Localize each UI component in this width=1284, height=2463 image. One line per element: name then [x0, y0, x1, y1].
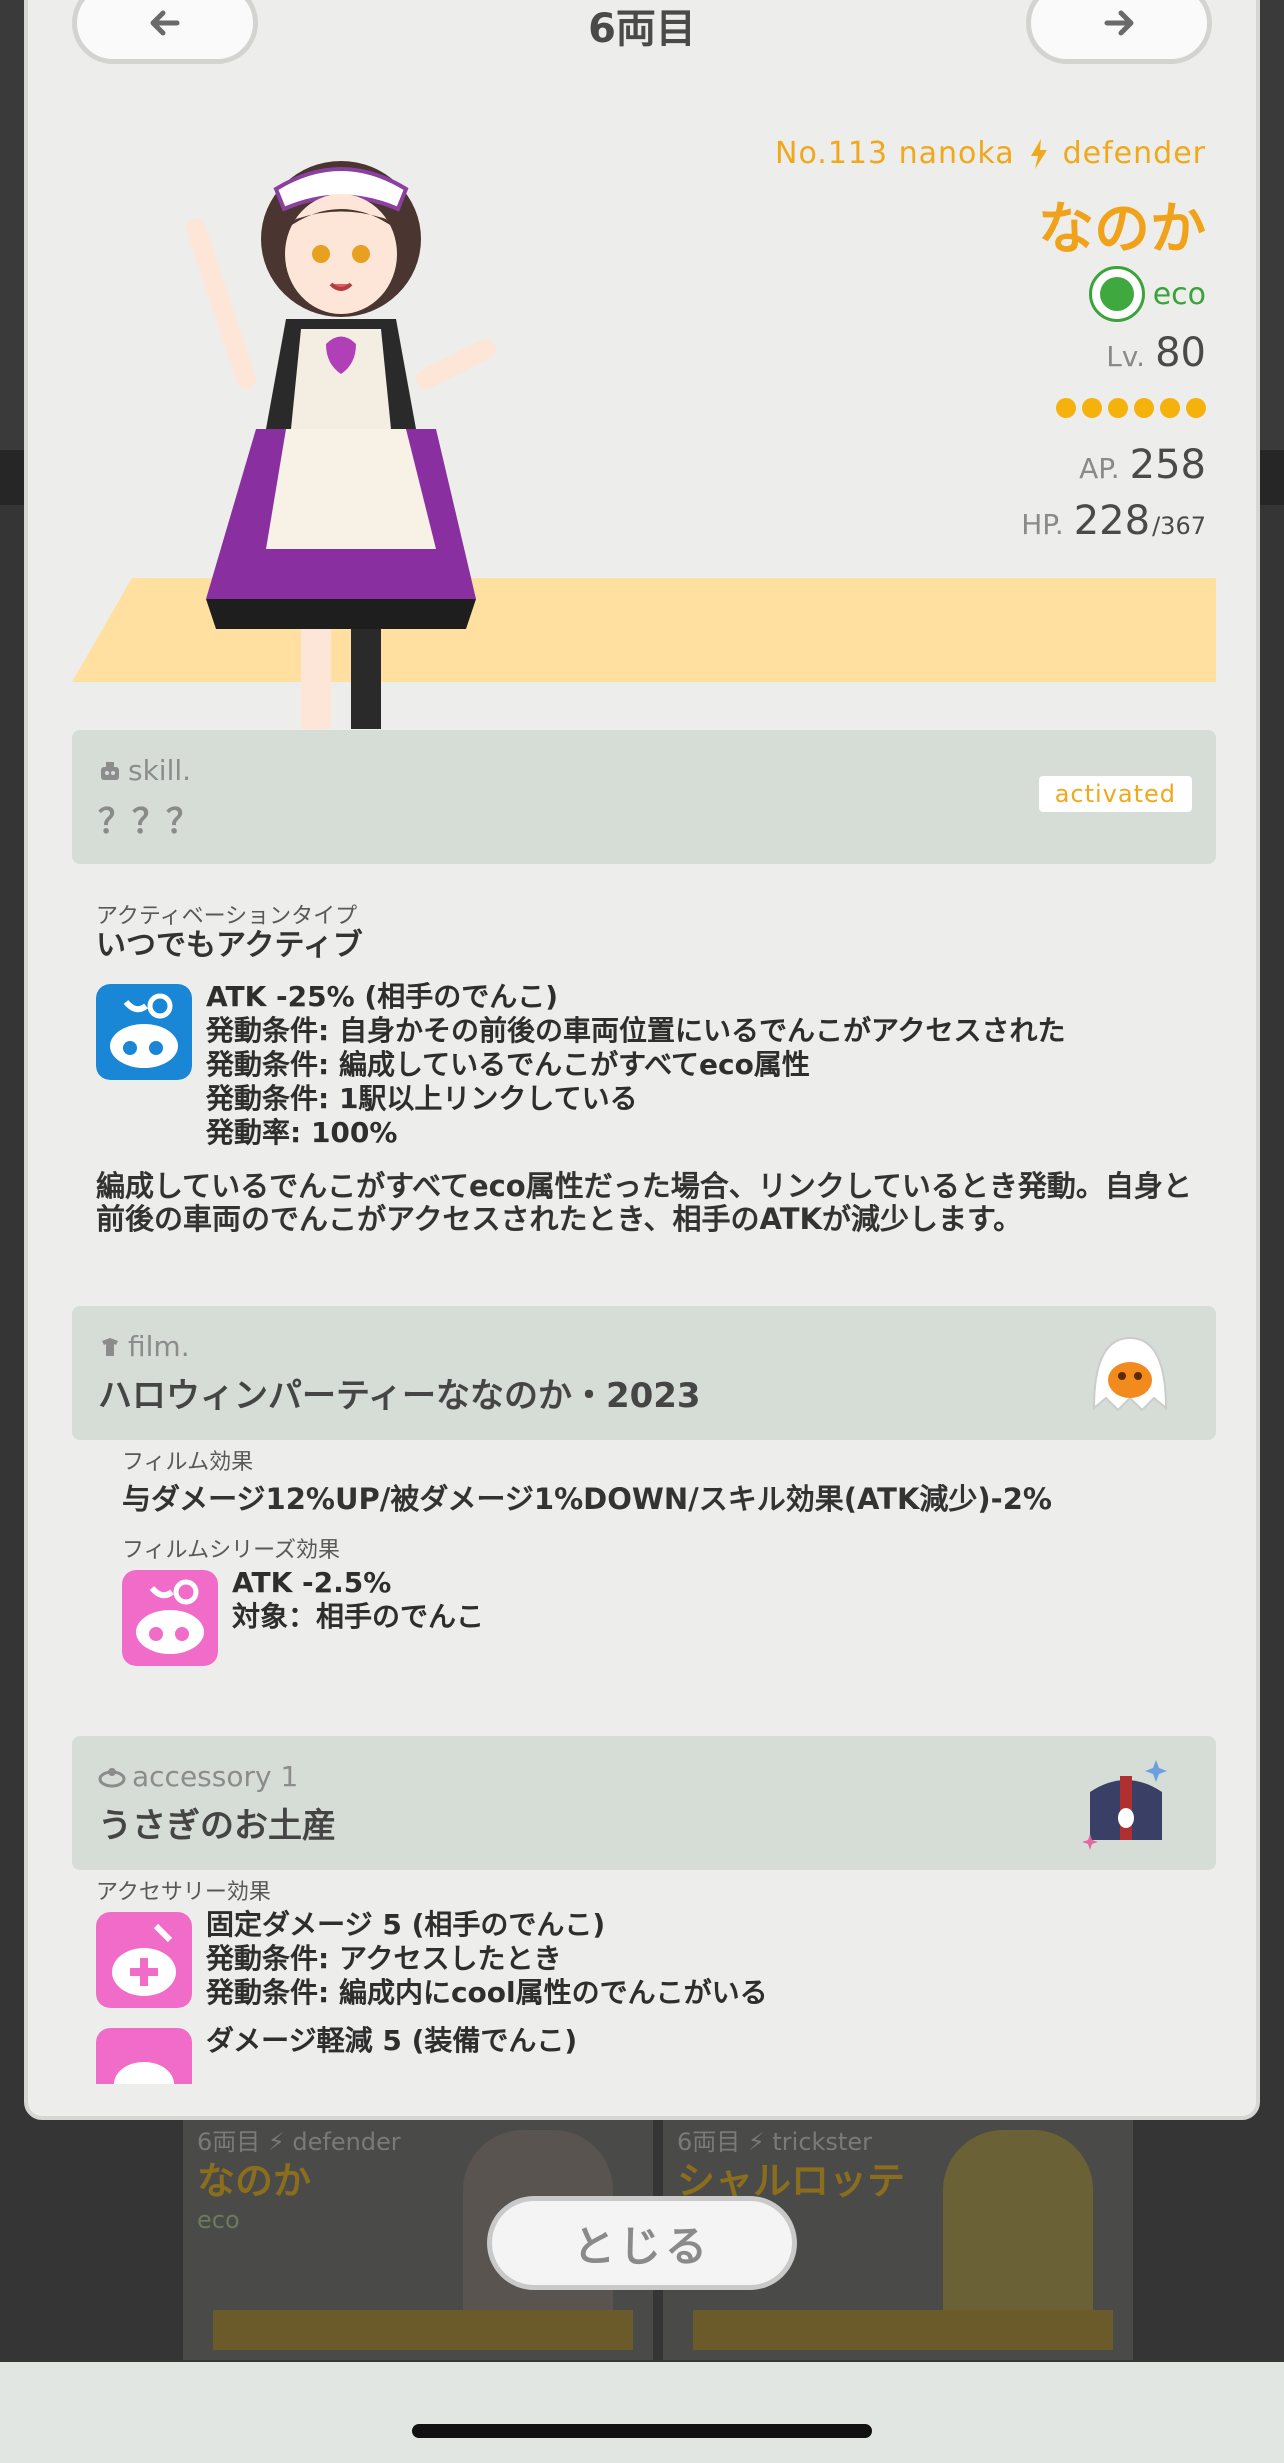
rarity-dot-icon: [1056, 398, 1076, 418]
skill-description: 編成しているでんこがすべてeco属性だった場合、リンクしているとき発動。自身と前…: [96, 1169, 1192, 1236]
home-indicator[interactable]: [412, 2424, 872, 2438]
skill-icon: [101, 761, 119, 780]
modal-scroll-area[interactable]: 6両目 No.113 nanoka defender なのか eco Lv. 8…: [28, 0, 1256, 2084]
character-id-line: No.113 nanoka defender: [775, 136, 1206, 171]
rarity-dot-icon: [1186, 398, 1206, 418]
character-detail-modal: 6両目 No.113 nanoka defender なのか eco Lv. 8…: [24, 0, 1260, 2120]
skill-effect-line: ATK -25% (相手のでんこ): [206, 980, 559, 1013]
eco-attribute-icon: [1088, 266, 1145, 322]
unit-card-bar: [693, 2310, 1113, 2350]
skill-effect-line: 発動率: 100%: [206, 1116, 398, 1149]
film-caption-text: film.: [128, 1330, 190, 1363]
accessory-icon: [98, 1767, 126, 1787]
skill-effect-line: 発動条件: 自身かその前後の車両位置にいるでんこがアクセスされた: [206, 1014, 1066, 1047]
skill-caption: skill.: [98, 754, 191, 787]
film-caption: film.: [98, 1330, 190, 1363]
accessory-name: うさぎのお土産: [98, 1806, 336, 1846]
rarity-dot-icon: [1134, 398, 1154, 418]
accessory-effect-line: ダメージ軽減 5 (装備でんこ): [206, 2024, 578, 2057]
lightning-icon: [1030, 138, 1047, 169]
unit-card-attribute: eco: [197, 2206, 240, 2234]
character-name: なのか: [1038, 197, 1206, 262]
hp-stat: HP. 228 /367: [1021, 498, 1206, 544]
skill-caption-text: skill.: [128, 754, 192, 787]
skill-status-badge: activated: [1038, 776, 1192, 812]
character-role: defender: [1062, 136, 1206, 171]
skill-effect-list: ATK -25% (相手のでんこ) 発動条件: 自身かその前後の車両位置にいるで…: [206, 980, 1066, 1150]
accessory-effect-line: 固定ダメージ 5 (相手のでんこ): [206, 1908, 606, 1941]
hp-max: /367: [1152, 512, 1206, 540]
film-effect-label: フィルム効果: [122, 1450, 254, 1475]
film-series-label: フィルムシリーズ効果: [122, 1538, 341, 1563]
film-series-effect-line: 対象：相手のでんこ: [232, 1600, 485, 1633]
film-series-effect-list: ATK -2.5% 対象：相手のでんこ: [232, 1566, 484, 1634]
skill-header[interactable]: skill. ？？？ activated: [72, 730, 1216, 864]
halloween-ghost-icon: [1092, 1336, 1168, 1412]
unit-card-bar: [213, 2310, 633, 2350]
character-number: No.113 nanoka: [775, 136, 1015, 171]
character-portrait: [186, 161, 496, 729]
accessory-caption: accessory 1: [98, 1760, 298, 1793]
ap-stat: AP. 258: [1079, 442, 1206, 488]
damage-reduction-icon: [96, 2028, 192, 2084]
ap-value: 258: [1129, 442, 1206, 488]
skill-name: ？？？: [98, 802, 200, 842]
accessory-header[interactable]: accessory 1 うさぎのお土産: [72, 1736, 1216, 1870]
hp-value: 228: [1073, 498, 1151, 544]
next-car-button[interactable]: [1026, 0, 1212, 64]
attribute-badge: eco: [1088, 266, 1206, 322]
film-series-atk-icon: [122, 1570, 218, 1666]
skill-effect-line: 発動条件: 1駅以上リンクしている: [206, 1082, 638, 1115]
rarity-stars: [1056, 398, 1206, 418]
accessory-effect-line: 発動条件: 編成内にcool属性のでんこがいる: [206, 1976, 768, 2009]
rarity-dot-icon: [1082, 398, 1102, 418]
unit-card-name: なのか: [197, 2159, 312, 2203]
film-effect-value: 与ダメージ12%UP/被ダメージ1%DOWN/スキル効果(ATK減少)-2%: [122, 1482, 1052, 1516]
skill-effect-line: 発動条件: 編成しているでんこがすべてeco属性: [206, 1048, 810, 1081]
atk-down-icon: [96, 984, 192, 1080]
film-header[interactable]: film. ハロウィンパーティーななのか・2023: [72, 1306, 1216, 1440]
rabbit-souvenir-box-icon: [1082, 1760, 1167, 1850]
rarity-dot-icon: [1160, 398, 1180, 418]
accessory-effect-line: 発動条件: アクセスしたとき: [206, 1942, 562, 1975]
attribute-label: eco: [1152, 276, 1206, 312]
close-button[interactable]: とじる: [487, 2196, 797, 2290]
accessory-effect-list: 固定ダメージ 5 (相手のでんこ) 発動条件: アクセスしたとき 発動条件: 編…: [206, 1908, 768, 2010]
film-name: ハロウィンパーティーななのか・2023: [98, 1376, 701, 1416]
hp-label: HP.: [1021, 508, 1064, 541]
rarity-dot-icon: [1108, 398, 1128, 418]
fixed-damage-icon: [96, 1912, 192, 2008]
level-label: Lv.: [1106, 340, 1146, 373]
accessory-effect-label: アクセサリー効果: [96, 1880, 271, 1905]
activation-type-value: いつでもアクティブ: [96, 928, 363, 963]
film-series-effect-line: ATK -2.5%: [232, 1566, 392, 1599]
level-stat: Lv. 80: [1106, 330, 1206, 376]
home-indicator-bar: [0, 2362, 1284, 2463]
accessory-effect-list-2: ダメージ軽減 5 (装備でんこ): [206, 2024, 577, 2058]
level-value: 80: [1155, 330, 1206, 376]
accessory-caption-text: accessory 1: [132, 1760, 299, 1793]
arrow-right-icon: [1104, 10, 1134, 36]
film-icon: [102, 1337, 118, 1356]
ap-label: AP.: [1079, 452, 1120, 485]
